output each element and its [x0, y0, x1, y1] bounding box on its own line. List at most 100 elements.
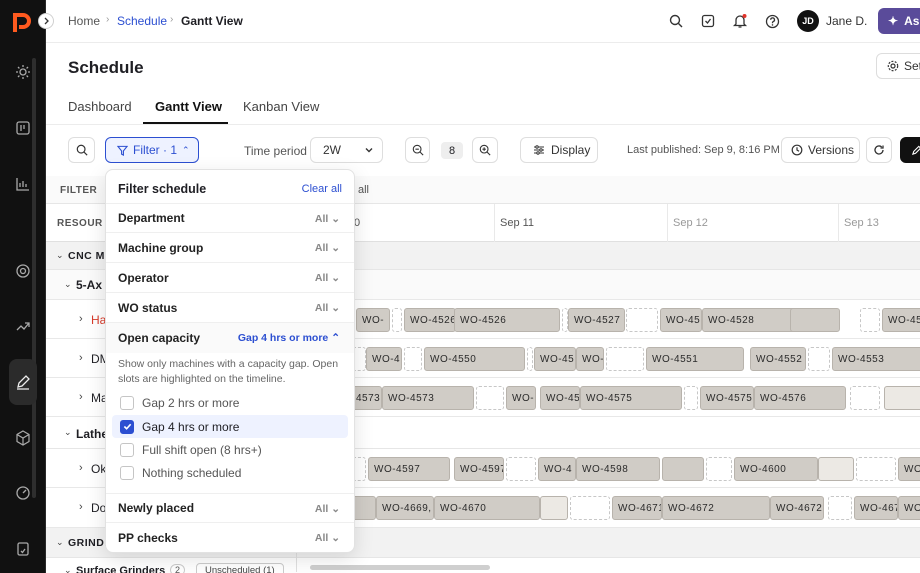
work-order-bar[interactable]: WO-467 [854, 496, 898, 520]
help-icon[interactable] [763, 12, 781, 30]
filter-row-label: PP checks [118, 531, 178, 545]
filter-row-wo-status[interactable]: WO status All ⌄ [106, 293, 354, 323]
horizontal-scrollbar[interactable] [310, 565, 490, 570]
work-order-bar[interactable]: WO-4526 [404, 308, 456, 332]
checklist-icon[interactable] [9, 535, 37, 563]
bell-icon[interactable] [731, 12, 749, 30]
sun-icon[interactable] [9, 58, 37, 86]
work-order-bar[interactable]: WO-45 [660, 308, 702, 332]
work-order-bar[interactable] [662, 457, 704, 481]
work-order-bar[interactable]: WO-4597 [454, 457, 504, 481]
option-full-shift-open[interactable]: Full shift open (8 hrs+) [112, 438, 348, 461]
ask-ai-button[interactable]: ✦ As [878, 8, 920, 34]
work-order-bar[interactable] [818, 457, 854, 481]
unscheduled-badge[interactable]: Unscheduled (1) [196, 563, 284, 573]
grid-search-button[interactable] [68, 137, 95, 163]
filter-row-operator[interactable]: Operator All ⌄ [106, 263, 354, 293]
option-gap-4-hrs[interactable]: Gap 4 hrs or more [112, 415, 348, 438]
clear-all-link[interactable]: Clear all [302, 183, 342, 195]
time-period-select[interactable]: 2W [310, 137, 383, 163]
checkbox-checked[interactable] [120, 419, 134, 434]
work-order-bar[interactable]: WO-45 [882, 308, 920, 332]
work-order-bar[interactable]: WO-4553 [832, 347, 920, 371]
work-order-bar[interactable]: WO-4550 [424, 347, 525, 371]
chevron-right-icon[interactable]: › [79, 313, 83, 325]
gauge-icon[interactable] [9, 479, 37, 507]
work-order-bar[interactable]: WO-45 [534, 347, 576, 371]
work-order-bar[interactable]: WO-4575, [700, 386, 754, 410]
work-order-bar[interactable] [884, 386, 920, 410]
work-order-bar[interactable]: WO-4576 [754, 386, 846, 410]
edit-button[interactable] [900, 137, 920, 163]
work-order-bar[interactable] [540, 496, 568, 520]
work-order-bar[interactable] [790, 308, 840, 332]
chevron-right-icon[interactable]: › [79, 391, 83, 403]
work-order-bar[interactable]: WO-4672 [770, 496, 824, 520]
work-order-bar[interactable]: WO-4597 [368, 457, 450, 481]
checkbox[interactable] [120, 465, 134, 480]
chevron-right-icon[interactable]: › [79, 501, 83, 513]
work-order-bar[interactable]: WO- [576, 347, 604, 371]
work-order-bar[interactable]: WO [898, 457, 920, 481]
work-order-bar[interactable]: WO- [506, 386, 536, 410]
work-order-bar[interactable]: WO- [356, 308, 390, 332]
work-order-bar[interactable]: WO-4669, [376, 496, 434, 520]
search-icon[interactable] [667, 12, 685, 30]
work-order-bar[interactable]: WO-4526 [454, 308, 560, 332]
avatar[interactable]: JD [797, 10, 819, 32]
zoom-in-button[interactable] [472, 137, 498, 163]
task-check-icon[interactable] [699, 12, 717, 30]
target-icon[interactable] [9, 257, 37, 285]
work-order-bar[interactable]: WO-4 [538, 457, 576, 481]
tab-gantt-view[interactable]: Gantt View [155, 99, 222, 114]
work-order-bar[interactable]: WO-4552 [750, 347, 806, 371]
pencil-icon[interactable] [9, 359, 37, 405]
work-order-bar[interactable]: WO-4551 [646, 347, 744, 371]
work-order-bar[interactable]: WO-4574 [540, 386, 580, 410]
chevron-down-icon[interactable]: ⌄ [56, 250, 64, 261]
filter-row-newly-placed[interactable]: Newly placed All ⌄ [106, 493, 354, 523]
filter-row-machine-group[interactable]: Machine group All ⌄ [106, 233, 354, 263]
user-name[interactable]: Jane D. [826, 14, 867, 28]
filter-row-department[interactable]: Department All ⌄ [106, 203, 354, 233]
brand-logo-icon[interactable] [12, 10, 32, 34]
filter-row-open-capacity[interactable]: Open capacity Gap 4 hrs or more ⌃ [106, 323, 354, 353]
work-order-bar[interactable]: WO-4598 [576, 457, 660, 481]
checkbox[interactable] [120, 395, 134, 410]
checkbox[interactable] [120, 442, 134, 457]
refresh-button[interactable] [866, 137, 892, 163]
work-order-bar[interactable]: WO-4527 [568, 308, 625, 332]
option-nothing-scheduled[interactable]: Nothing scheduled [112, 461, 348, 484]
chevron-down-icon[interactable]: ⌄ [64, 565, 72, 573]
cube-icon[interactable] [9, 424, 37, 452]
chart-icon[interactable] [9, 170, 37, 198]
chevron-right-icon[interactable]: › [79, 352, 83, 364]
work-order-bar[interactable]: WO-4670 [434, 496, 540, 520]
collapse-rail-button[interactable] [38, 13, 54, 29]
checkmark-icon [123, 423, 131, 430]
versions-button[interactable]: Versions [781, 137, 860, 163]
work-order-bar[interactable]: WO-4671 [612, 496, 662, 520]
zoom-out-button[interactable] [405, 137, 430, 163]
chevron-right-icon[interactable]: › [79, 462, 83, 474]
tab-dashboard[interactable]: Dashboard [68, 99, 132, 114]
breadcrumb-home[interactable]: Home [68, 14, 100, 28]
option-gap-2-hrs[interactable]: Gap 2 hrs or more [112, 391, 348, 414]
settings-button[interactable]: Set [876, 53, 920, 79]
tab-kanban-view[interactable]: Kanban View [243, 99, 319, 114]
work-order-bar[interactable]: WO [898, 496, 920, 520]
work-order-bar[interactable]: WO-4600 [734, 457, 818, 481]
work-order-bar[interactable]: WO-4573 [382, 386, 474, 410]
breadcrumb-schedule[interactable]: Schedule [117, 14, 167, 28]
chevron-down-icon[interactable]: ⌄ [56, 537, 64, 548]
calendar-icon[interactable] [9, 114, 37, 142]
chevron-down-icon[interactable]: ⌄ [64, 427, 72, 438]
chevron-down-icon[interactable]: ⌄ [64, 279, 72, 290]
filter-button[interactable]: Filter · 1 ⌃ [105, 137, 199, 163]
work-order-bar[interactable]: WO-4 [366, 347, 402, 371]
display-button[interactable]: Display [520, 137, 598, 163]
trend-icon[interactable] [9, 312, 37, 340]
filter-row-pp-checks[interactable]: PP checks All ⌄ [106, 523, 354, 553]
work-order-bar[interactable]: WO-4672 [662, 496, 770, 520]
work-order-bar[interactable]: WO-4575 [580, 386, 682, 410]
